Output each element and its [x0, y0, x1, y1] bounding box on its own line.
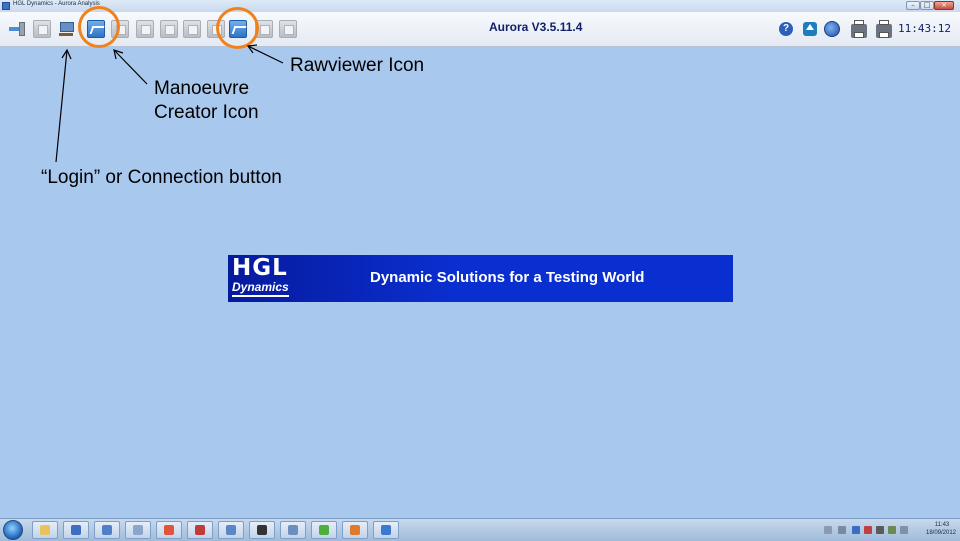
maximize-button[interactable]: □: [920, 1, 934, 10]
globe-icon[interactable]: [824, 21, 840, 37]
hgl-logo: HGL Dynamics: [228, 255, 302, 302]
taskbar-clock-app-icon[interactable]: [218, 521, 244, 539]
manoeuvre-annotation: Manoeuvre Creator Icon: [154, 78, 259, 123]
tray-flag-icon[interactable]: [864, 526, 872, 534]
taskbar-office-app-icon[interactable]: [342, 521, 368, 539]
check-icon[interactable]: [160, 20, 178, 38]
window-title: HGL Dynamics - Aurora Analysis: [13, 1, 100, 7]
tray-monitor-icon[interactable]: [852, 526, 860, 534]
upload-icon[interactable]: [803, 22, 817, 36]
login-annotation: “Login” or Connection button: [41, 167, 282, 188]
rawviewer-highlight-circle: [216, 7, 259, 49]
tray-date[interactable]: 18/09/2012: [922, 529, 960, 537]
tray-arrow-icon[interactable]: [838, 526, 846, 534]
hgl-banner: HGL Dynamics Dynamic Solutions for a Tes…: [228, 255, 733, 302]
login-arrow: [55, 49, 68, 163]
taskbar-network-map-icon[interactable]: [125, 521, 151, 539]
manoeuvre-highlight-circle: [78, 6, 120, 48]
taskbar-chat-app-icon[interactable]: [311, 521, 337, 539]
printer-icon[interactable]: [876, 20, 892, 38]
printer-icon[interactable]: [851, 20, 867, 38]
manoeuvre-arrow: [113, 49, 148, 85]
close-button[interactable]: ×: [934, 1, 954, 10]
logo-text-hgl: HGL: [232, 255, 288, 281]
list-icon[interactable]: [183, 20, 201, 38]
taskbar-media-icon[interactable]: [156, 521, 182, 539]
login-arrow-head: [61, 48, 72, 60]
tray-time[interactable]: 11:43: [926, 521, 958, 529]
taskbar-rm-app-icon[interactable]: [187, 521, 213, 539]
network-icon[interactable]: [33, 20, 51, 38]
taskbar-paint-app-icon[interactable]: [280, 521, 306, 539]
rawviewer-arrow: [247, 45, 284, 64]
graph-icon[interactable]: [279, 20, 297, 38]
manoeuvre-arrow-head: [113, 49, 124, 60]
taskbar-explorer-icon[interactable]: [32, 521, 58, 539]
tray-app-icon[interactable]: [888, 526, 896, 534]
taskbar-aurora-app-icon[interactable]: [373, 521, 399, 539]
tray-keyboard-icon[interactable]: [824, 526, 832, 534]
clock: 11:43:12: [898, 22, 951, 35]
rawviewer-annotation: Rawviewer Icon: [290, 55, 425, 76]
tray-volume-icon[interactable]: [900, 526, 908, 534]
exit-icon[interactable]: [8, 20, 26, 38]
main-toolbar: Aurora V3.5.11.4 ? 11:43:12: [0, 12, 960, 47]
login-icon[interactable]: [57, 20, 75, 38]
tool-icon[interactable]: [136, 20, 154, 38]
help-icon[interactable]: ?: [779, 22, 793, 36]
app-icon: [2, 2, 10, 10]
banner-tagline: Dynamic Solutions for a Testing World: [370, 269, 645, 286]
taskbar-security-icon[interactable]: [63, 521, 89, 539]
taskbar: 11:43 18/09/2012: [0, 518, 960, 541]
minimize-button[interactable]: –: [906, 1, 920, 10]
taskbar-shield-icon[interactable]: [94, 521, 120, 539]
logo-text-dynamics: Dynamics: [232, 280, 289, 297]
version-label: Aurora V3.5.11.4: [489, 20, 583, 34]
taskbar-photo-app-icon[interactable]: [249, 521, 275, 539]
start-button[interactable]: [3, 520, 23, 540]
system-tray: 11:43 18/09/2012: [818, 519, 960, 541]
tray-network-icon[interactable]: [876, 526, 884, 534]
